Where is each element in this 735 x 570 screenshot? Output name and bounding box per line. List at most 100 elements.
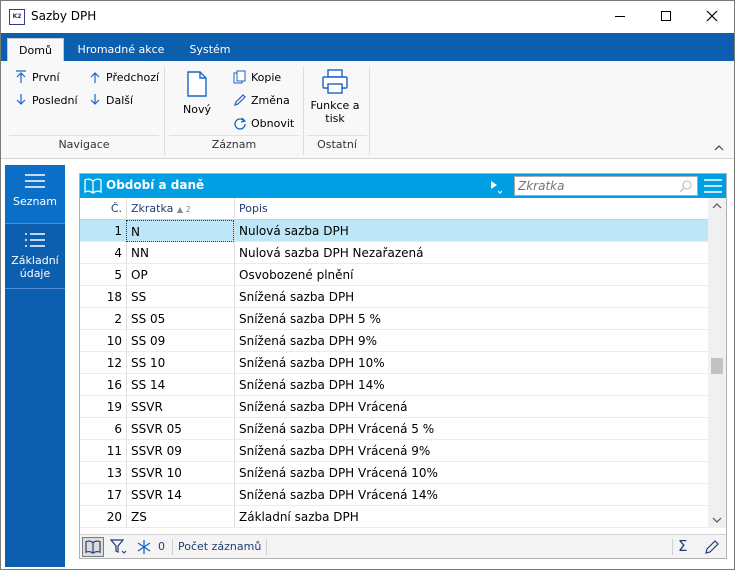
search-box[interactable] xyxy=(514,176,698,196)
row-code-cell: SS xyxy=(126,286,234,308)
first-label: První xyxy=(32,70,60,84)
scroll-down-icon[interactable] xyxy=(712,516,722,524)
snowflake-icon[interactable] xyxy=(136,539,152,555)
functions-print-button[interactable]: Funkce a tisk xyxy=(307,67,363,125)
vertical-scrollbar[interactable] xyxy=(708,198,726,528)
row-description-cell: Nulová sazba DPH xyxy=(234,220,708,242)
panel-footer: 0 Počet záznamů Σ xyxy=(80,534,726,558)
sum-button[interactable]: Σ xyxy=(678,537,687,555)
table-row[interactable]: 18 SS Snížená sazba DPH xyxy=(80,286,708,308)
table-row[interactable]: 10 SS 09 Snížená sazba DPH 9% xyxy=(80,330,708,352)
row-number-cell: 17 xyxy=(106,488,122,502)
row-description-cell: Snížená sazba DPH xyxy=(234,286,708,308)
next-button[interactable]: Další xyxy=(87,90,133,110)
last-label: Poslední xyxy=(32,93,78,107)
search-input[interactable] xyxy=(515,177,675,195)
column-header-code[interactable]: Zkratka ▲ 2 xyxy=(126,198,234,220)
row-description-cell: Snížená sazba DPH Vrácená 14% xyxy=(234,484,708,506)
table-row[interactable]: 13 SSVR 10 Snížená sazba DPH Vrácená 10% xyxy=(80,462,708,484)
previous-button[interactable]: Předchozí xyxy=(87,67,159,87)
group-divider xyxy=(169,135,299,136)
pencil-icon xyxy=(232,92,248,108)
search-icon[interactable] xyxy=(679,179,693,193)
group-label-ostatni: Ostatní xyxy=(317,138,357,151)
row-code-cell: SSVR 10 xyxy=(126,462,234,484)
row-code-cell: SSVR 14 xyxy=(126,484,234,506)
group-label-zaznam: Záznam xyxy=(211,138,257,151)
table-row[interactable]: 17 SSVR 14 Snížená sazba DPH Vrácená 14% xyxy=(80,484,708,506)
tab-domu[interactable]: Domů xyxy=(7,38,64,61)
column-header-description[interactable]: Popis xyxy=(234,198,708,220)
copy-icon xyxy=(232,69,248,85)
pencil-icon[interactable] xyxy=(704,539,720,555)
tab-hromadne-akce[interactable]: Hromadné akce xyxy=(73,38,169,61)
close-button[interactable] xyxy=(689,1,734,31)
minimize-icon xyxy=(615,15,625,17)
row-code-cell: SS 05 xyxy=(126,308,234,330)
new-button[interactable]: Nový xyxy=(177,67,217,116)
change-button[interactable]: Změna xyxy=(232,90,290,110)
scrollbar-thumb[interactable] xyxy=(711,358,723,374)
column-header-number[interactable]: Č. xyxy=(80,198,126,220)
column-header-code-label: Zkratka xyxy=(131,202,174,215)
previous-label: Předchozí xyxy=(106,70,160,84)
filter-icon[interactable] xyxy=(110,539,128,555)
row-code-cell: SS 09 xyxy=(126,330,234,352)
first-button[interactable]: První xyxy=(13,67,60,87)
book-view-button[interactable] xyxy=(82,537,104,557)
group-divider xyxy=(307,135,367,136)
maximize-icon xyxy=(661,11,671,21)
table-row[interactable]: 2 SS 05 Snížená sazba DPH 5 % xyxy=(80,308,708,330)
copy-button[interactable]: Kopie xyxy=(232,67,281,87)
table-row[interactable]: 16 SS 14 Snížená sazba DPH 14% xyxy=(80,374,708,396)
nav-zakladni-udaje[interactable]: Základní údaje xyxy=(5,223,65,289)
group-separator xyxy=(164,67,165,155)
functions-label-1: Funkce a xyxy=(310,99,360,112)
group-separator xyxy=(369,67,370,155)
refresh-icon xyxy=(232,115,248,131)
row-description-cell: Nulová sazba DPH Nezařazená xyxy=(234,242,708,264)
row-number-cell: 18 xyxy=(106,290,122,304)
filter-count: 0 xyxy=(158,540,165,553)
window-title: Sazby DPH xyxy=(31,9,97,23)
scroll-up-icon[interactable] xyxy=(712,202,722,210)
row-number-cell: 2 xyxy=(114,312,122,326)
group-label-navigace: Navigace xyxy=(58,138,110,151)
table-row[interactable]: 12 SS 10 Snížená sazba DPH 10% xyxy=(80,352,708,374)
hamburger-icon[interactable] xyxy=(704,178,722,194)
collapse-ribbon-icon[interactable] xyxy=(714,143,724,153)
table-row[interactable]: 1 N Nulová sazba DPH xyxy=(80,220,708,242)
minimize-button[interactable] xyxy=(597,1,643,31)
play-icon[interactable] xyxy=(490,180,502,194)
nav-seznam[interactable]: Seznam xyxy=(5,165,65,223)
row-code-cell: SS 10 xyxy=(126,352,234,374)
row-number-cell: 16 xyxy=(106,378,122,392)
maximize-button[interactable] xyxy=(643,1,689,31)
row-code-cell: SSVR xyxy=(126,396,234,418)
table-row[interactable]: 4 NN Nulová sazba DPH Nezařazená xyxy=(80,242,708,264)
close-icon xyxy=(706,10,718,22)
details-list-icon xyxy=(25,233,45,247)
refresh-label: Obnovit xyxy=(251,116,295,130)
table-row[interactable]: 19 SSVR Snížená sazba DPH Vrácená xyxy=(80,396,708,418)
row-number-cell: 1 xyxy=(114,224,122,238)
printer-icon xyxy=(322,69,348,94)
functions-label-2: tisk xyxy=(325,112,345,125)
row-code-cell: ZS xyxy=(126,506,234,528)
arrow-down-icon xyxy=(87,92,103,108)
refresh-button[interactable]: Obnovit xyxy=(232,113,294,133)
row-description-cell: Snížená sazba DPH 5 % xyxy=(234,308,708,330)
change-label: Změna xyxy=(251,93,290,107)
row-description-cell: Snížená sazba DPH Vrácená xyxy=(234,396,708,418)
last-button[interactable]: Poslední xyxy=(13,90,78,110)
table-row[interactable]: 20 ZS Základní sazba DPH xyxy=(80,506,708,528)
table-row[interactable]: 11 SSVR 09 Snížená sazba DPH Vrácená 9% xyxy=(80,440,708,462)
new-label: Nový xyxy=(183,103,211,116)
title-bar: K2 Sazby DPH xyxy=(1,1,734,33)
table-row[interactable]: 5 OP Osvobozené plnění xyxy=(80,264,708,286)
group-divider xyxy=(9,135,159,136)
table-row[interactable]: 6 SSVR 05 Snížená sazba DPH Vrácená 5 % xyxy=(80,418,708,440)
tab-system[interactable]: Systém xyxy=(179,38,241,61)
row-description-cell: Osvobozené plnění xyxy=(234,264,708,286)
record-count-button[interactable]: Počet záznamů xyxy=(178,540,261,553)
